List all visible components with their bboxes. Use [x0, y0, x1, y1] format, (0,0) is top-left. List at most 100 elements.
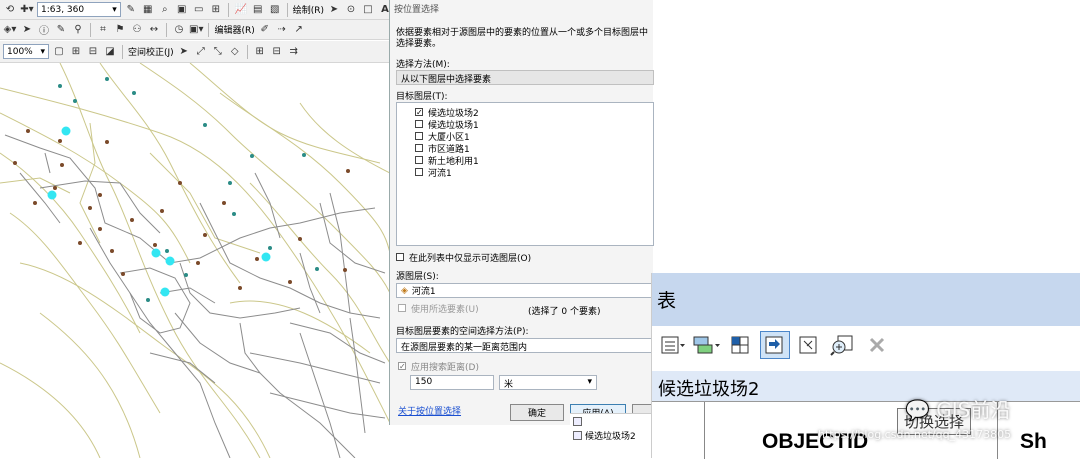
attribute-transfer-icon[interactable]: ⇉ — [287, 44, 301, 60]
time-slider-icon[interactable]: ◷ — [172, 22, 186, 38]
editor-toolbar-icon[interactable]: ✎ — [124, 2, 138, 18]
target-layer-checkbox-1[interactable]: ✓ — [415, 108, 423, 117]
fixed-zoom-in-icon[interactable]: ⊞ — [69, 44, 83, 60]
fixed-zoom-out-icon[interactable]: ⊟ — [86, 44, 100, 60]
add-data-icon[interactable]: ✚▾ — [20, 2, 34, 18]
toggle-draft-icon[interactable]: ◪ — [103, 44, 117, 60]
find-icon[interactable]: ⌗ — [96, 22, 110, 38]
rectangle-icon[interactable]: □ — [361, 2, 375, 18]
target-layer-row-2[interactable]: 候选垃圾场1 — [415, 118, 653, 131]
street-line — [349, 317, 366, 434]
candidate-site-point — [58, 139, 62, 143]
editor-menu[interactable]: 编辑器(R) — [214, 23, 254, 36]
use-selected-label: 使用所选要素(U) — [411, 304, 479, 315]
route-icon[interactable]: ⚑ — [113, 22, 127, 38]
watermark-brand: 💬 GIS前沿 — [905, 394, 1010, 423]
target-layer-checkbox-2[interactable] — [415, 120, 423, 128]
modify-link-icon[interactable]: ⤡ — [211, 44, 225, 60]
table-icon[interactable]: ▤ — [251, 2, 265, 18]
layout-icon[interactable]: ▧ — [268, 2, 282, 18]
spatial-method-dropdown[interactable]: 在源图层要素的某一距离范围内 — [396, 338, 654, 353]
search-distance-option[interactable]: ✓ 应用搜索距离(D) — [398, 360, 479, 373]
help-link[interactable]: 关于按位置选择 — [398, 404, 461, 417]
table-options-icon[interactable] — [658, 331, 688, 359]
create-viewer-icon[interactable]: ▣▾ — [189, 22, 203, 38]
distance-unit-dropdown[interactable]: 米 ▾ — [499, 375, 597, 390]
rotate-element-icon[interactable]: ⊙ — [344, 2, 358, 18]
select-arrow-icon[interactable]: ➤ — [177, 44, 191, 60]
catalog-icon[interactable]: ▦ — [141, 2, 155, 18]
measure-icon[interactable]: ↔ — [147, 22, 161, 38]
street-line — [119, 267, 191, 334]
source-layer-dropdown[interactable]: ◈ 河流1 — [396, 283, 654, 298]
page-icon[interactable]: ▢ — [52, 44, 66, 60]
target-layer-checkbox-6[interactable] — [415, 168, 423, 176]
map-view[interactable] — [0, 63, 390, 458]
zoom-dropdown-icon[interactable]: ◈▾ — [3, 22, 17, 38]
select-elements-icon[interactable]: ➤ — [327, 2, 341, 18]
select-by-attributes-icon[interactable] — [726, 331, 756, 359]
new-link-icon[interactable]: ⤢ — [194, 44, 208, 60]
toolbar-separator — [246, 44, 248, 59]
candidate-site-point — [73, 99, 77, 103]
candidate-site-point — [222, 201, 226, 205]
candidate-site-point — [288, 280, 292, 284]
candidate-site-point — [88, 206, 92, 210]
table-tab[interactable]: 候选垃圾场2 — [652, 371, 1080, 401]
spatial-adjust-menu[interactable]: 空间校正(J) — [128, 45, 174, 58]
column-header-shape[interactable]: Sh — [1020, 430, 1047, 454]
pencil-icon[interactable]: ✎ — [54, 22, 68, 38]
link-table-icon[interactable]: ⊞ — [253, 44, 267, 60]
select-arrow-icon[interactable]: ➤ — [20, 22, 34, 38]
candidate-site-point — [110, 249, 114, 253]
target-layer-checkbox-3[interactable] — [415, 132, 423, 140]
modelbuilder-icon[interactable]: ⊞ — [209, 2, 223, 18]
binoculars-icon[interactable]: ⚇ — [130, 22, 144, 38]
straight-segment-icon[interactable]: ↗ — [292, 22, 306, 38]
zoom-percent-dropdown[interactable]: 100% ▾ — [3, 44, 49, 59]
search-distance-checkbox[interactable]: ✓ — [398, 362, 406, 371]
only-selectable-option[interactable]: 在此列表中仅显示可选图层(O) — [396, 251, 531, 264]
toc-item[interactable]: 候选垃圾场2 — [570, 428, 652, 442]
distance-input[interactable]: 150 — [410, 375, 494, 390]
target-layer-checkbox-5[interactable] — [415, 156, 423, 164]
search-icon[interactable]: ⌕ — [158, 2, 172, 18]
target-layer-row-4[interactable]: 市区道路1 — [415, 142, 653, 155]
only-selectable-checkbox[interactable] — [396, 253, 404, 261]
use-selected-option[interactable]: 使用所选要素(U) — [398, 302, 479, 315]
related-tables-icon[interactable] — [692, 331, 722, 359]
draw-menu[interactable]: 绘制(R) — [293, 3, 324, 16]
switch-selection-icon[interactable] — [760, 331, 790, 359]
zoom-to-selected-icon[interactable] — [828, 331, 858, 359]
python-icon[interactable]: ▭ — [192, 2, 206, 18]
identify-icon[interactable]: ⓘ — [37, 22, 51, 38]
toc-item-partial[interactable] — [570, 414, 652, 428]
candidate-site-point — [105, 140, 109, 144]
rotate-icon[interactable]: ⟲ — [3, 2, 17, 18]
target-layer-row-3[interactable]: 大厦小区1 — [415, 130, 653, 143]
selection-method-dropdown[interactable]: 从以下图层中选择要素 — [396, 70, 654, 85]
selected-site-point — [160, 287, 170, 297]
target-layers-list: ✓ 候选垃圾场2 候选垃圾场1 大厦小区1 市区道路1 新土地利用1 河流1 — [396, 102, 654, 246]
ok-button[interactable]: 确定 — [510, 404, 564, 421]
target-layer-row-5[interactable]: 新土地利用1 — [415, 154, 653, 167]
clear-selection-icon[interactable] — [794, 331, 824, 359]
street-line — [149, 352, 216, 384]
target-layer-row-6[interactable]: 河流1 — [415, 166, 653, 179]
arctoolbox-icon[interactable]: ▣ — [175, 2, 189, 18]
target-layer-name-6: 河流1 — [428, 168, 452, 179]
selection-method-label: 选择方法(M): — [396, 60, 450, 70]
edit-tool-icon[interactable]: ✐ — [258, 22, 272, 38]
multi-displacement-icon[interactable]: ◇ — [228, 44, 242, 60]
scale-dropdown[interactable]: 1:63, 360 ▾ — [37, 2, 121, 17]
distance-unit-value: 米 — [504, 380, 514, 390]
hyperlink-icon[interactable]: ⚲ — [71, 22, 85, 38]
target-layer-checkbox-4[interactable] — [415, 144, 423, 152]
target-layer-row-1[interactable]: ✓ 候选垃圾场2 — [415, 106, 653, 119]
candidate-site-point — [78, 241, 82, 245]
edit-annotation-icon[interactable]: ⇢ — [275, 22, 289, 38]
graph-icon[interactable]: 📈 — [234, 2, 248, 18]
delete-selected-icon[interactable] — [862, 331, 892, 359]
use-selected-checkbox[interactable] — [398, 304, 406, 312]
view-links-icon[interactable]: ⊟ — [270, 44, 284, 60]
